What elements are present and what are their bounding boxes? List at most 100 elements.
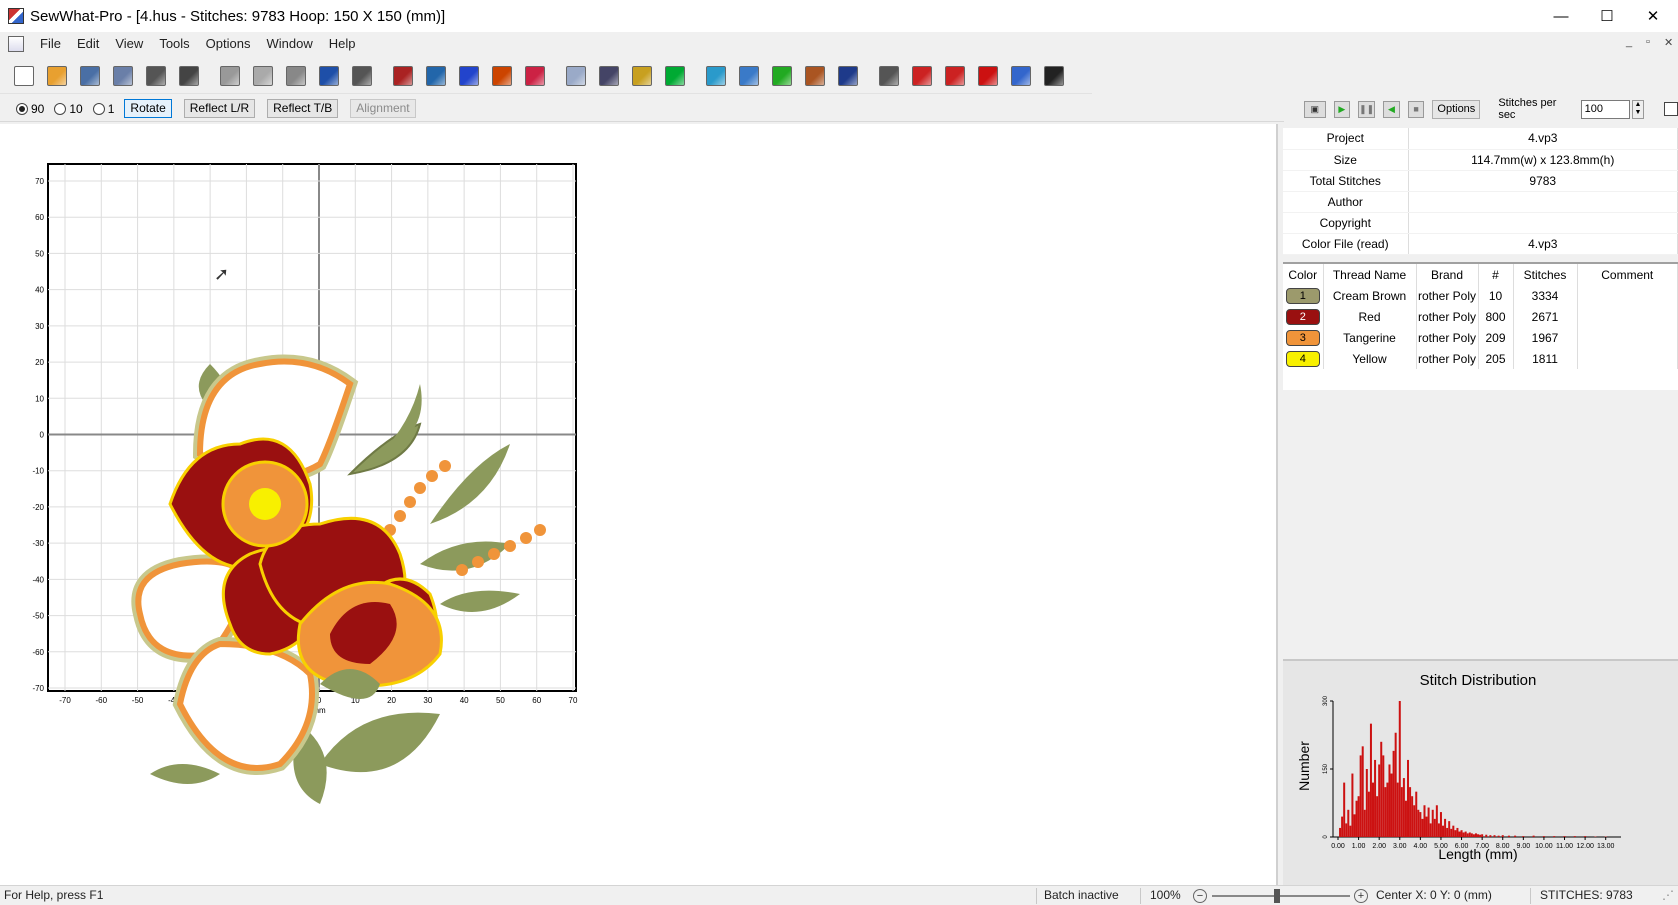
histogram-bar	[1553, 836, 1556, 837]
color-swatch[interactable]: 3	[1285, 329, 1320, 346]
text-a-button[interactable]	[488, 62, 516, 90]
header-color[interactable]: Color	[1283, 264, 1324, 285]
whats-this-icon	[1044, 65, 1064, 86]
playback-checkbox[interactable]	[1664, 102, 1678, 116]
hoop-view[interactable]: -70 -60 -50 -40 -30 -20 -10 0 10 20 30 40 50 60 70 70 60…	[0, 124, 1278, 886]
help-button[interactable]	[1007, 62, 1035, 90]
minimize-button[interactable]: —	[1538, 0, 1584, 32]
thread-row[interactable]: 1 Cream Brown rother Poly 10 3334	[1283, 285, 1678, 306]
reflect-lr-button[interactable]: Reflect L/R	[183, 99, 256, 118]
copy-button[interactable]	[249, 62, 277, 90]
grid-button[interactable]	[974, 62, 1002, 90]
cut-button[interactable]	[216, 62, 244, 90]
zoom-slider[interactable]	[1212, 895, 1350, 897]
menu-view[interactable]: View	[107, 32, 151, 56]
split-colors-button[interactable]	[941, 62, 969, 90]
tools-button[interactable]	[801, 62, 829, 90]
open-folder-button[interactable]	[43, 62, 71, 90]
thread-row[interactable]: 3 Tangerine rother Poly 209 1967	[1283, 327, 1678, 348]
x-tick-label: 50	[496, 696, 505, 705]
step-back-icon[interactable]: ◀	[1383, 100, 1400, 118]
print-button[interactable]	[142, 62, 170, 90]
zoom-in-icon[interactable]: +	[1354, 889, 1368, 903]
thread-row[interactable]: 2 Red rother Poly 800 2671	[1283, 306, 1678, 327]
stop-color-button[interactable]	[661, 62, 689, 90]
app-icon[interactable]	[8, 8, 24, 24]
rotate-button[interactable]: Rotate	[124, 99, 172, 118]
pause-icon[interactable]: ❚❚	[1358, 100, 1376, 118]
reflect-tb-button[interactable]: Reflect T/B	[267, 99, 339, 118]
spinner-icon[interactable]: ▲ ▼	[1631, 99, 1645, 119]
layers-button[interactable]	[562, 62, 590, 90]
info-label: Color File (read)	[1283, 233, 1409, 255]
color-gradient-button[interactable]	[768, 62, 796, 90]
document-icon[interactable]	[8, 36, 24, 52]
menu-options[interactable]: Options	[198, 32, 259, 56]
needle-button[interactable]	[834, 62, 862, 90]
menu-window[interactable]: Window	[258, 32, 320, 56]
histogram-bar	[1345, 823, 1348, 837]
hoop-button[interactable]	[628, 62, 656, 90]
play-icon[interactable]: ▶	[1333, 100, 1351, 118]
design-info-button[interactable]	[595, 62, 623, 90]
header-thread-name[interactable]: Thread Name	[1323, 264, 1417, 285]
redo-button[interactable]	[348, 62, 376, 90]
info-row: Size 114.7mm(w) x 123.8mm(h)	[1283, 149, 1678, 171]
x-tick-label: 30	[423, 696, 432, 705]
thread-row[interactable]: 4 Yellow rother Poly 205 1811	[1283, 348, 1678, 369]
thread-name-cell: Yellow	[1323, 348, 1417, 369]
undo-button[interactable]	[315, 62, 343, 90]
menu-edit[interactable]: Edit	[69, 32, 107, 56]
close-button[interactable]: ✕	[1630, 0, 1676, 32]
rotate-1-radio[interactable]: 1	[92, 102, 114, 116]
header-brand[interactable]: Brand	[1416, 264, 1479, 285]
color-swatch[interactable]: 4	[1285, 350, 1320, 367]
menu-file[interactable]: File	[32, 32, 69, 56]
split-button[interactable]	[389, 62, 417, 90]
maximize-button[interactable]: ☐	[1584, 0, 1630, 32]
playback-options-button[interactable]: Options	[1432, 99, 1481, 119]
design-canvas[interactable]: -70 -60 -50 -40 -30 -20 -10 0 10 20 30 40 50 60 70 70 60…	[0, 124, 1278, 886]
rotate-10-radio[interactable]: 10	[54, 102, 83, 116]
convert-button[interactable]	[422, 62, 450, 90]
sewing-machine-icon[interactable]: ▣	[1304, 100, 1326, 118]
stitches-per-sec-input[interactable]: 100	[1580, 99, 1630, 119]
zoom-out-icon[interactable]: −	[1193, 889, 1207, 903]
print-preview-button[interactable]	[175, 62, 203, 90]
resize-grip-icon[interactable]: ⋰	[1662, 886, 1674, 905]
spell-button[interactable]	[521, 62, 549, 90]
mdi-restore-icon[interactable]: ▫	[1646, 36, 1650, 48]
zoom-slider-thumb[interactable]	[1274, 889, 1280, 903]
group-button[interactable]	[875, 62, 903, 90]
text-a-icon	[492, 65, 512, 86]
menu-help[interactable]: Help	[321, 32, 364, 56]
y-tick-label: 50	[35, 249, 44, 258]
color-swatch[interactable]: 2	[1285, 308, 1320, 325]
header-stitches[interactable]: Stitches	[1513, 264, 1578, 285]
histogram-bar	[1466, 833, 1469, 837]
alignment-button[interactable]: Alignment	[350, 99, 416, 118]
mdi-close-icon[interactable]: ✕	[1664, 36, 1673, 49]
background-button[interactable]	[735, 62, 763, 90]
save-button[interactable]	[76, 62, 104, 90]
paste-button[interactable]	[282, 62, 310, 90]
bold-b-button[interactable]	[455, 62, 483, 90]
status-batch: Batch inactive	[1044, 888, 1119, 902]
save-as-button[interactable]	[109, 62, 137, 90]
color-swatch[interactable]: 1	[1285, 287, 1320, 304]
histogram-bar	[1522, 836, 1525, 837]
histogram-bar	[1384, 787, 1387, 837]
histogram-bar	[1409, 787, 1412, 837]
whats-this-button[interactable]	[1040, 62, 1068, 90]
histogram-bar	[1429, 823, 1432, 837]
shirt-button[interactable]	[702, 62, 730, 90]
merge-button[interactable]	[908, 62, 936, 90]
header-comment[interactable]: Comment	[1577, 264, 1678, 285]
header-number[interactable]: #	[1478, 264, 1514, 285]
menu-tools[interactable]: Tools	[151, 32, 197, 56]
new-file-button[interactable]	[10, 62, 38, 90]
radio-dot	[92, 102, 105, 115]
stop-icon[interactable]: ■	[1407, 100, 1425, 118]
mdi-minimize-icon[interactable]: _	[1626, 36, 1632, 48]
rotate-90-radio[interactable]: 90	[16, 102, 44, 116]
